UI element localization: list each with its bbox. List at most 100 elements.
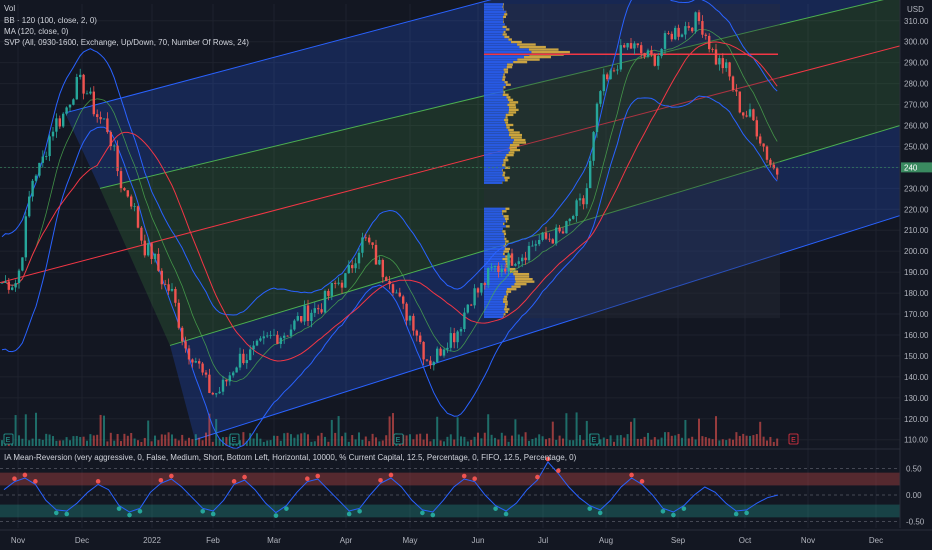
candle-body[interactable] bbox=[398, 292, 401, 297]
buy-signal-dot[interactable] bbox=[744, 510, 749, 516]
candle-body[interactable] bbox=[72, 99, 75, 105]
candle-body[interactable] bbox=[296, 316, 299, 321]
candle-body[interactable] bbox=[174, 288, 177, 303]
buy-signal-dot[interactable] bbox=[210, 511, 216, 517]
candle-body[interactable] bbox=[388, 281, 391, 285]
candle-body[interactable] bbox=[140, 227, 143, 241]
candle-body[interactable] bbox=[602, 74, 605, 92]
candle-body[interactable] bbox=[106, 118, 109, 133]
candle-body[interactable] bbox=[41, 156, 44, 163]
candle-body[interactable] bbox=[674, 27, 677, 40]
candle-body[interactable] bbox=[82, 74, 85, 94]
sell-signal-dot[interactable] bbox=[169, 473, 174, 479]
candle-body[interactable] bbox=[187, 348, 191, 360]
candle-body[interactable] bbox=[215, 393, 218, 395]
candle-body[interactable] bbox=[606, 74, 609, 80]
candle-body[interactable] bbox=[422, 341, 425, 360]
candle-body[interactable] bbox=[670, 33, 673, 40]
legend-strategy[interactable]: IA Mean-Reversion (very aggressive, 0, F… bbox=[4, 453, 576, 463]
candle-body[interactable] bbox=[14, 283, 17, 288]
candle-body[interactable] bbox=[728, 62, 731, 77]
candle-body[interactable] bbox=[419, 335, 422, 342]
candle-body[interactable] bbox=[221, 379, 225, 392]
candle-body[interactable] bbox=[493, 265, 497, 268]
candle-body[interactable] bbox=[473, 288, 476, 306]
candle-body[interactable] bbox=[201, 363, 204, 373]
candle-body[interactable] bbox=[340, 282, 344, 288]
sell-signal-dot[interactable] bbox=[12, 476, 17, 481]
candle-body[interactable] bbox=[28, 196, 31, 217]
candle-body[interactable] bbox=[130, 196, 133, 207]
candle-body[interactable] bbox=[320, 309, 323, 313]
candle-body[interactable] bbox=[568, 218, 571, 222]
candle-body[interactable] bbox=[578, 198, 582, 201]
candle-body[interactable] bbox=[31, 180, 34, 197]
candle-body[interactable] bbox=[684, 26, 687, 35]
buy-signal-dot[interactable] bbox=[116, 506, 122, 511]
candle-body[interactable] bbox=[75, 77, 78, 100]
candle-body[interactable] bbox=[157, 253, 160, 271]
candle-body[interactable] bbox=[58, 118, 61, 127]
sell-signal-dot[interactable] bbox=[158, 477, 164, 483]
candle-body[interactable] bbox=[640, 45, 643, 54]
candle-body[interactable] bbox=[334, 282, 337, 284]
candle-body[interactable] bbox=[323, 290, 327, 313]
candle-body[interactable] bbox=[745, 115, 748, 117]
candle-body[interactable] bbox=[225, 379, 228, 382]
candle-body[interactable] bbox=[504, 268, 507, 272]
candle-body[interactable] bbox=[408, 315, 412, 321]
candle-body[interactable] bbox=[497, 265, 500, 273]
candle-body[interactable] bbox=[0, 282, 4, 284]
candle-body[interactable] bbox=[653, 54, 656, 66]
candle-body[interactable] bbox=[293, 320, 296, 330]
candle-body[interactable] bbox=[538, 239, 541, 245]
candle-body[interactable] bbox=[170, 288, 174, 291]
candle-body[interactable] bbox=[242, 353, 245, 364]
candle-body[interactable] bbox=[51, 131, 55, 137]
candle-body[interactable] bbox=[371, 242, 374, 245]
candle-body[interactable] bbox=[150, 243, 153, 259]
candle-body[interactable] bbox=[582, 198, 585, 205]
candle-body[interactable] bbox=[364, 237, 367, 239]
candle-body[interactable] bbox=[11, 287, 14, 290]
candle-body[interactable] bbox=[303, 305, 306, 322]
buy-signal-dot[interactable] bbox=[53, 510, 59, 516]
candle-body[interactable] bbox=[245, 360, 248, 364]
buy-signal-dot[interactable] bbox=[681, 506, 687, 511]
candle-body[interactable] bbox=[629, 43, 633, 49]
candle-body[interactable] bbox=[38, 162, 41, 176]
candle-body[interactable] bbox=[480, 283, 483, 293]
candle-body[interactable] bbox=[742, 112, 745, 116]
candle-body[interactable] bbox=[184, 341, 187, 349]
candle-body[interactable] bbox=[595, 103, 599, 133]
candle-body[interactable] bbox=[592, 132, 595, 161]
buy-signal-dot[interactable] bbox=[357, 509, 362, 514]
earnings-marker[interactable]: E bbox=[3, 433, 14, 445]
candle-body[interactable] bbox=[507, 253, 510, 272]
sell-signal-dot[interactable] bbox=[95, 479, 101, 484]
candle-body[interactable] bbox=[136, 206, 140, 228]
candle-body[interactable] bbox=[561, 231, 565, 234]
candle-body[interactable] bbox=[208, 374, 211, 393]
candle-body[interactable] bbox=[446, 347, 449, 350]
candle-body[interactable] bbox=[704, 34, 707, 36]
candle-body[interactable] bbox=[45, 156, 48, 157]
candle-body[interactable] bbox=[442, 349, 446, 356]
sell-signal-dot[interactable] bbox=[639, 479, 645, 484]
candle-body[interactable] bbox=[439, 348, 442, 356]
candle-body[interactable] bbox=[755, 120, 758, 137]
candle-body[interactable] bbox=[415, 330, 418, 336]
buy-signal-dot[interactable] bbox=[127, 512, 132, 518]
candle-body[interactable] bbox=[272, 334, 276, 336]
sell-signal-dot[interactable] bbox=[242, 474, 247, 480]
candle-body[interactable] bbox=[17, 270, 21, 284]
candle-body[interactable] bbox=[102, 118, 106, 120]
buy-signal-dot[interactable] bbox=[430, 512, 436, 518]
candle-body[interactable] bbox=[354, 263, 357, 269]
candle-body[interactable] bbox=[548, 238, 551, 240]
candle-body[interactable] bbox=[232, 372, 235, 376]
sell-signal-dot[interactable] bbox=[22, 472, 28, 478]
buy-signal-dot[interactable] bbox=[587, 506, 593, 511]
candle-body[interactable] bbox=[198, 361, 201, 364]
candle-body[interactable] bbox=[143, 240, 146, 256]
